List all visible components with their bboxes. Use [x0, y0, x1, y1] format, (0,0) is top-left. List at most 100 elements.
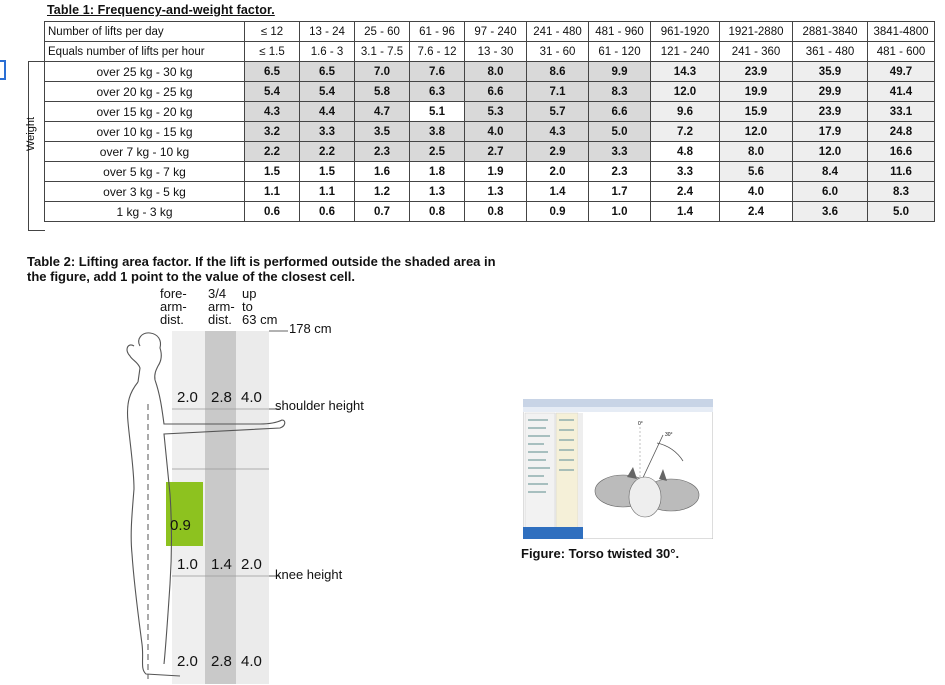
factor-cell: 2.3 — [354, 141, 410, 162]
factor-cell: 24.8 — [867, 121, 935, 142]
factor-cell: 7.2 — [650, 121, 720, 142]
lifts-per-hour-cell: 121 - 240 — [650, 41, 720, 62]
header-row-lifts-per-day: Number of lifts per day ≤ 12 13 - 24 25 - 6… — [44, 21, 935, 42]
factor-cell: 1.9 — [464, 161, 527, 182]
lifts-per-hour-cell: 61 - 120 — [588, 41, 651, 62]
factor-cell: 5.3 — [464, 101, 527, 122]
zone-bottom-reach: 4.0 — [241, 653, 262, 670]
angle-zero-label: 0° — [638, 421, 643, 427]
factor-cell: 1.0 — [588, 201, 651, 222]
weight-row: over 20 kg - 25 kg 5.4 5.4 5.8 6.3 6.6 7.1 8.3 1… — [44, 81, 935, 102]
weight-row: over 25 kg - 30 kg 6.5 6.5 7.0 7.6 8.0 8.6 9.9 1… — [44, 61, 935, 82]
lifts-per-hour-cell: ≤ 1.5 — [244, 41, 300, 62]
zone-top-forearm: 2.0 — [177, 389, 198, 406]
knee-height-label: knee height — [275, 567, 343, 582]
lifts-per-hour-cell: 3.1 - 7.5 — [354, 41, 410, 62]
factor-cell: 49.7 — [867, 61, 935, 82]
factor-cell: 6.6 — [464, 81, 527, 102]
factor-cell: 1.7 — [588, 181, 651, 202]
factor-cell: 0.9 — [526, 201, 589, 222]
factor-cell: 4.0 — [464, 121, 527, 142]
factor-cell: 2.3 — [588, 161, 651, 182]
factor-cell: 1.1 — [299, 181, 355, 202]
factor-cell: 8.3 — [588, 81, 651, 102]
factor-cell: 35.9 — [792, 61, 868, 82]
lifts-per-day-cell: 25 - 60 — [354, 21, 410, 42]
reach-column — [236, 331, 269, 684]
factor-cell: 2.2 — [299, 141, 355, 162]
factor-cell: 23.9 — [792, 101, 868, 122]
factor-cell: 1.3 — [464, 181, 527, 202]
factor-cell: 6.0 — [792, 181, 868, 202]
factor-cell: 4.4 — [299, 101, 355, 122]
lifts-per-day-cell: 61 - 96 — [409, 21, 465, 42]
col-up-to-header: up to 63 cm — [242, 286, 278, 327]
factor-cell: 0.7 — [354, 201, 410, 222]
factor-cell: 2.9 — [526, 141, 589, 162]
factor-cell: 9.6 — [650, 101, 720, 122]
factor-cell: 1.2 — [354, 181, 410, 202]
factor-cell: 2.4 — [650, 181, 720, 202]
factor-cell: 5.4 — [299, 81, 355, 102]
lifts-per-day-cell: 3841-4800 — [867, 21, 935, 42]
factor-cell: 5.7 — [526, 101, 589, 122]
frequency-weight-table: Number of lifts per day ≤ 12 13 - 24 25 - 6… — [44, 21, 935, 222]
factor-cell: 17.9 — [792, 121, 868, 142]
zone-mid-reach: 2.0 — [241, 556, 262, 573]
col-forearm-header: fore- arm- dist. — [160, 286, 187, 327]
factor-cell: 0.6 — [244, 201, 300, 222]
height-178-label: 178 cm — [289, 321, 332, 336]
factor-cell: 15.9 — [719, 101, 793, 122]
factor-cell: 1.3 — [409, 181, 465, 202]
torso-twist-screenshot: 0° 30° — [523, 399, 713, 539]
factor-cell: 4.7 — [354, 101, 410, 122]
lifts-per-day-label: Number of lifts per day — [44, 21, 245, 42]
factor-cell: 7.6 — [409, 61, 465, 82]
lifts-per-hour-cell: 361 - 480 — [792, 41, 868, 62]
zone-top-three-quarter: 2.8 — [211, 389, 232, 406]
weight-row: over 5 kg - 7 kg 1.5 1.5 1.6 1.8 1.9 2.0 2.3 3.3… — [44, 161, 935, 182]
weight-row-label: over 3 kg - 5 kg — [44, 181, 245, 202]
weight-row: over 15 kg - 20 kg 4.3 4.4 4.7 5.1 5.3 5.7 6.6 9… — [44, 101, 935, 122]
factor-cell: 4.0 — [719, 181, 793, 202]
weight-row: 1 kg - 3 kg 0.6 0.6 0.7 0.8 0.8 0.9 1.0 1.4 2.4 3.… — [44, 201, 935, 222]
factor-cell: 1.5 — [244, 161, 300, 182]
zone-bottom-forearm: 2.0 — [177, 653, 198, 670]
factor-cell: 5.6 — [719, 161, 793, 182]
lifts-per-day-cell: 1921-2880 — [719, 21, 793, 42]
factor-cell: 12.0 — [650, 81, 720, 102]
factor-cell: 2.5 — [409, 141, 465, 162]
factor-cell: 3.5 — [354, 121, 410, 142]
factor-cell: 6.6 — [588, 101, 651, 122]
shoulder-height-label: shoulder height — [275, 398, 364, 413]
lifts-per-hour-cell: 1.6 - 3 — [299, 41, 355, 62]
factor-cell: 14.3 — [650, 61, 720, 82]
header-row-lifts-per-hour: Equals number of lifts per hour ≤ 1.5 1.6 … — [44, 41, 935, 62]
factor-cell: 8.6 — [526, 61, 589, 82]
factor-cell: 7.1 — [526, 81, 589, 102]
lifts-per-day-cell: 2881-3840 — [792, 21, 868, 42]
factor-cell: 12.0 — [792, 141, 868, 162]
table1-title: Table 1: Frequency-and-weight factor. — [47, 3, 275, 17]
factor-cell: 2.2 — [244, 141, 300, 162]
factor-cell: 8.0 — [464, 61, 527, 82]
lifts-per-day-cell: 241 - 480 — [526, 21, 589, 42]
factor-cell: 0.6 — [299, 201, 355, 222]
factor-cell: 1.8 — [409, 161, 465, 182]
weight-row-label: over 7 kg - 10 kg — [44, 141, 245, 162]
factor-cell: 4.3 — [244, 101, 300, 122]
factor-cell: 0.8 — [464, 201, 527, 222]
factor-cell: 3.3 — [650, 161, 720, 182]
factor-cell: 8.0 — [719, 141, 793, 162]
factor-cell: 33.1 — [867, 101, 935, 122]
factor-cell: 6.3 — [409, 81, 465, 102]
factor-cell: 9.9 — [588, 61, 651, 82]
lifts-per-hour-cell: 481 - 600 — [867, 41, 935, 62]
factor-cell: 19.9 — [719, 81, 793, 102]
factor-cell: 5.8 — [354, 81, 410, 102]
weight-row: over 7 kg - 10 kg 2.2 2.2 2.3 2.5 2.7 2.9 3.3 4.… — [44, 141, 935, 162]
weight-row-label: over 25 kg - 30 kg — [44, 61, 245, 82]
three-quarter-column — [205, 331, 236, 684]
factor-cell: 1.4 — [526, 181, 589, 202]
factor-cell: 6.5 — [244, 61, 300, 82]
